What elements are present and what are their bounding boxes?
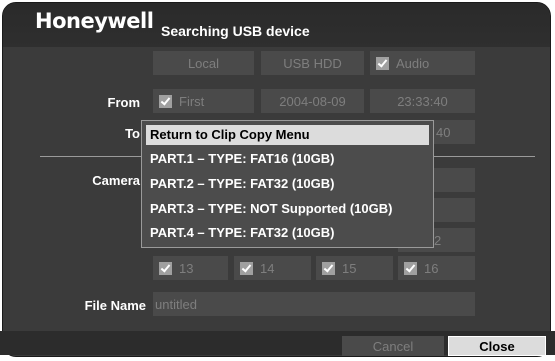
camera-14-checkbox[interactable]: 14 (234, 256, 311, 280)
camera-label: Camera (92, 173, 140, 188)
camera-13-checkbox[interactable]: 13 (153, 256, 228, 280)
camera-16-checkbox[interactable]: 16 (398, 256, 475, 280)
menu-item-part2[interactable]: PART.2 – TYPE: FAT32 (10GB) (146, 174, 429, 194)
from-first-checkbox[interactable]: First (153, 89, 254, 113)
audio-label: Audio (396, 55, 430, 71)
file-name-label: File Name (84, 298, 146, 313)
menu-item-part1[interactable]: PART.1 – TYPE: FAT16 (10GB) (146, 149, 429, 169)
dialog-title: Searching USB device (161, 23, 310, 39)
menu-item-part3[interactable]: PART.3 – TYPE: NOT Supported (10GB) (146, 199, 429, 219)
cancel-button[interactable]: Cancel (342, 336, 444, 356)
first-label: First (179, 93, 205, 109)
usb-partition-menu: Return to Clip Copy Menu PART.1 – TYPE: … (141, 120, 434, 248)
close-button[interactable]: Close (448, 336, 546, 356)
checkbox-icon (376, 56, 389, 70)
checkbox-icon (322, 261, 335, 275)
audio-checkbox[interactable]: Audio (370, 51, 475, 75)
title-bar: Honeywell Searching USB device (3, 3, 550, 47)
camera-number: 13 (179, 260, 194, 276)
checkbox-icon (159, 261, 172, 275)
local-option[interactable]: Local (153, 51, 254, 75)
checkbox-icon (404, 261, 417, 275)
camera-number: 14 (260, 260, 275, 276)
menu-item-part4[interactable]: PART.4 – TYPE: FAT32 (10GB) (146, 223, 429, 243)
from-date-field[interactable]: 2004-08-09 (261, 89, 364, 113)
file-name-input[interactable]: untitled (153, 292, 475, 316)
from-label: From (107, 95, 141, 110)
usb-hdd-option[interactable]: USB HDD (261, 51, 364, 75)
checkbox-icon (240, 261, 253, 275)
menu-item-return[interactable]: Return to Clip Copy Menu (146, 125, 429, 145)
camera-number: 15 (342, 260, 357, 276)
checkbox-icon (159, 94, 172, 108)
camera-number: 16 (424, 260, 439, 276)
brand-logo: Honeywell (35, 9, 154, 33)
camera-15-checkbox[interactable]: 15 (316, 256, 393, 280)
to-label: To (125, 126, 140, 141)
from-time-field[interactable]: 23:33:40 (370, 89, 475, 113)
